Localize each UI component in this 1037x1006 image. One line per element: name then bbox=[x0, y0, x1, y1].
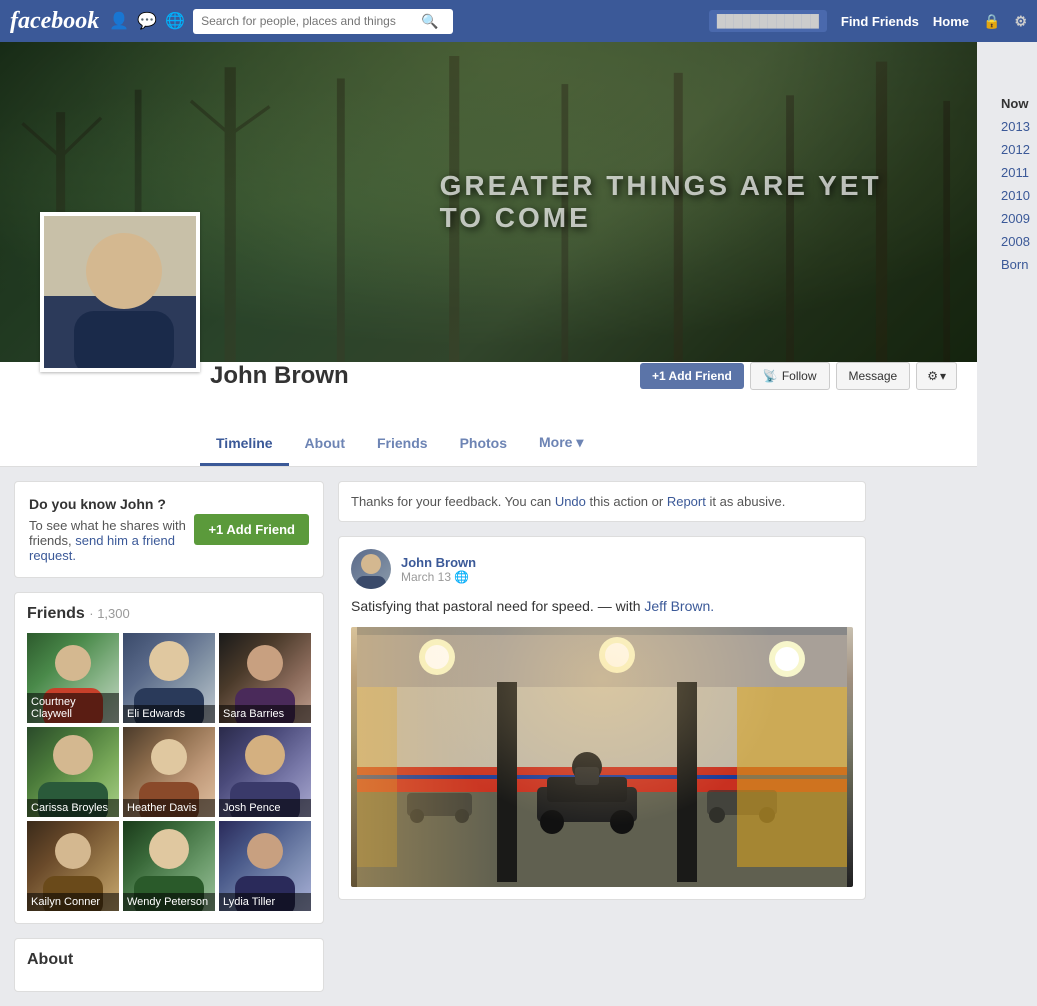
friends-card: Friends · 1,300 Courtney Claywell bbox=[14, 592, 324, 924]
profile-bar: John Brown +1 Add Friend 📡 Follow Messag… bbox=[0, 362, 977, 467]
messages-nav-icon[interactable]: 💬 bbox=[137, 11, 157, 31]
friend-item-josh[interactable]: Josh Pence bbox=[219, 727, 311, 817]
tab-more[interactable]: More ▾ bbox=[523, 422, 599, 466]
gear-icon[interactable]: ⚙ bbox=[1014, 13, 1027, 30]
send-friend-request-link[interactable]: send him a friend request. bbox=[29, 533, 175, 563]
nav-right: ████████████ Find Friends Home 🔒 ⚙ bbox=[709, 10, 1027, 32]
friend-item-lydia[interactable]: Lydia Tiller bbox=[219, 821, 311, 911]
post-author[interactable]: John Brown bbox=[401, 555, 853, 570]
profile-name-area: John Brown +1 Add Friend 📡 Follow Messag… bbox=[210, 362, 957, 400]
about-card-title: About bbox=[27, 951, 311, 969]
friend-item-wendy[interactable]: Wendy Peterson bbox=[123, 821, 215, 911]
message-button[interactable]: Message bbox=[836, 362, 911, 390]
tab-timeline[interactable]: Timeline bbox=[200, 422, 289, 466]
post-header: John Brown March 13 🌐 bbox=[351, 549, 853, 589]
gear-settings-button[interactable]: ⚙ ▾ bbox=[916, 362, 957, 390]
follow-button[interactable]: 📡 Follow bbox=[750, 362, 830, 390]
follow-icon: 📡 bbox=[763, 369, 778, 383]
timeline-2013[interactable]: 2013 bbox=[993, 115, 1037, 138]
content-area: Do you know John ? To see what he shares… bbox=[0, 467, 880, 1006]
nav-icons: 👤 💬 🌐 bbox=[109, 11, 185, 31]
timeline-now[interactable]: Now bbox=[993, 92, 1037, 115]
timeline-2011[interactable]: 2011 bbox=[993, 161, 1037, 184]
lock-icon[interactable]: 🔒 bbox=[983, 13, 1000, 30]
know-card: Do you know John ? To see what he shares… bbox=[14, 481, 324, 578]
friend-name-kailyn: Kailyn Conner bbox=[27, 893, 119, 911]
nav-user-name: ████████████ bbox=[717, 14, 819, 28]
cover-text: GREATER THINGS ARE YET TO COME bbox=[440, 170, 929, 234]
profile-tabs: Timeline About Friends Photos More ▾ bbox=[200, 422, 957, 466]
timeline-2009[interactable]: 2009 bbox=[993, 207, 1037, 230]
friend-name-lydia: Lydia Tiller bbox=[219, 893, 311, 911]
friend-item-kailyn[interactable]: Kailyn Conner bbox=[27, 821, 119, 911]
timeline-column: Now 2013 2012 2011 2010 2009 2008 Born bbox=[977, 92, 1037, 276]
feedback-card: Thanks for your feedback. You can Undo t… bbox=[338, 481, 866, 522]
post-image[interactable] bbox=[351, 627, 853, 887]
search-bar[interactable]: 🔍 bbox=[193, 9, 453, 34]
search-input[interactable] bbox=[201, 14, 421, 28]
friend-item-eli[interactable]: Eli Edwards bbox=[123, 633, 215, 723]
about-card: About bbox=[14, 938, 324, 992]
profile-actions: +1 Add Friend 📡 Follow Message ⚙ ▾ bbox=[640, 362, 957, 390]
timeline-2008[interactable]: 2008 bbox=[993, 230, 1037, 253]
friend-name-eli: Eli Edwards bbox=[123, 705, 215, 723]
friend-name-courtney: Courtney Claywell bbox=[27, 693, 119, 723]
right-sidebar: Now 2013 2012 2011 2010 2009 2008 Born bbox=[977, 42, 1037, 1006]
facebook-logo: facebook bbox=[10, 8, 99, 35]
right-column: Thanks for your feedback. You can Undo t… bbox=[338, 481, 866, 992]
home-link[interactable]: Home bbox=[933, 14, 969, 29]
tab-photos[interactable]: Photos bbox=[444, 422, 523, 466]
tab-friends[interactable]: Friends bbox=[361, 422, 444, 466]
page-wrapper: GREATER THINGS ARE YET TO COME bbox=[0, 42, 1037, 1006]
know-title: Do you know John ? bbox=[29, 496, 194, 512]
post-globe-icon: 🌐 bbox=[454, 570, 469, 584]
search-icon: 🔍 bbox=[421, 13, 438, 30]
timeline-2012[interactable]: 2012 bbox=[993, 138, 1037, 161]
post-meta: John Brown March 13 🌐 bbox=[401, 555, 853, 584]
post-text: Satisfying that pastoral need for speed.… bbox=[351, 597, 853, 617]
timeline-born[interactable]: Born bbox=[993, 253, 1037, 276]
tab-about[interactable]: About bbox=[289, 422, 361, 466]
add-friend-green-button[interactable]: +1 Add Friend bbox=[194, 514, 309, 545]
left-column: Do you know John ? To see what he shares… bbox=[14, 481, 324, 992]
post-time: March 13 🌐 bbox=[401, 570, 853, 584]
timeline-2010[interactable]: 2010 bbox=[993, 184, 1037, 207]
profile-avatar[interactable] bbox=[40, 212, 200, 372]
post-tag-link[interactable]: Jeff Brown. bbox=[644, 598, 714, 614]
friend-item-sara[interactable]: Sara Barries bbox=[219, 633, 311, 723]
friend-name-sara: Sara Barries bbox=[219, 705, 311, 723]
friend-name-josh: Josh Pence bbox=[219, 799, 311, 817]
notifications-nav-icon[interactable]: 🌐 bbox=[165, 11, 185, 31]
friend-item-carissa[interactable]: Carissa Broyles bbox=[27, 727, 119, 817]
friend-name-wendy: Wendy Peterson bbox=[123, 893, 215, 911]
friends-card-title: Friends · 1,300 bbox=[27, 605, 311, 623]
main-content: GREATER THINGS ARE YET TO COME bbox=[0, 42, 977, 1006]
friend-name-heather: Heather Davis bbox=[123, 799, 215, 817]
user-area[interactable]: ████████████ bbox=[709, 10, 827, 32]
find-friends-link[interactable]: Find Friends bbox=[841, 14, 919, 29]
follow-label: Follow bbox=[782, 369, 817, 383]
post-card: John Brown March 13 🌐 Satisfying that pa… bbox=[338, 536, 866, 900]
friend-name-carissa: Carissa Broyles bbox=[27, 799, 119, 817]
profile-name: John Brown bbox=[210, 362, 349, 390]
post-avatar[interactable] bbox=[351, 549, 391, 589]
friend-item-heather[interactable]: Heather Davis bbox=[123, 727, 215, 817]
undo-link[interactable]: Undo bbox=[555, 494, 586, 509]
navbar: facebook 👤 💬 🌐 🔍 ████████████ Find Frien… bbox=[0, 0, 1037, 42]
report-link[interactable]: Report bbox=[667, 494, 706, 509]
gear-chevron-icon: ▾ bbox=[940, 369, 946, 383]
friend-item-courtney[interactable]: Courtney Claywell bbox=[27, 633, 119, 723]
friends-nav-icon[interactable]: 👤 bbox=[109, 11, 129, 31]
gear-settings-icon: ⚙ bbox=[927, 369, 938, 383]
add-friend-button[interactable]: +1 Add Friend bbox=[640, 363, 744, 389]
friends-grid: Courtney Claywell Eli Edwards bbox=[27, 633, 311, 911]
know-desc: To see what he shares with friends, send… bbox=[29, 518, 194, 563]
